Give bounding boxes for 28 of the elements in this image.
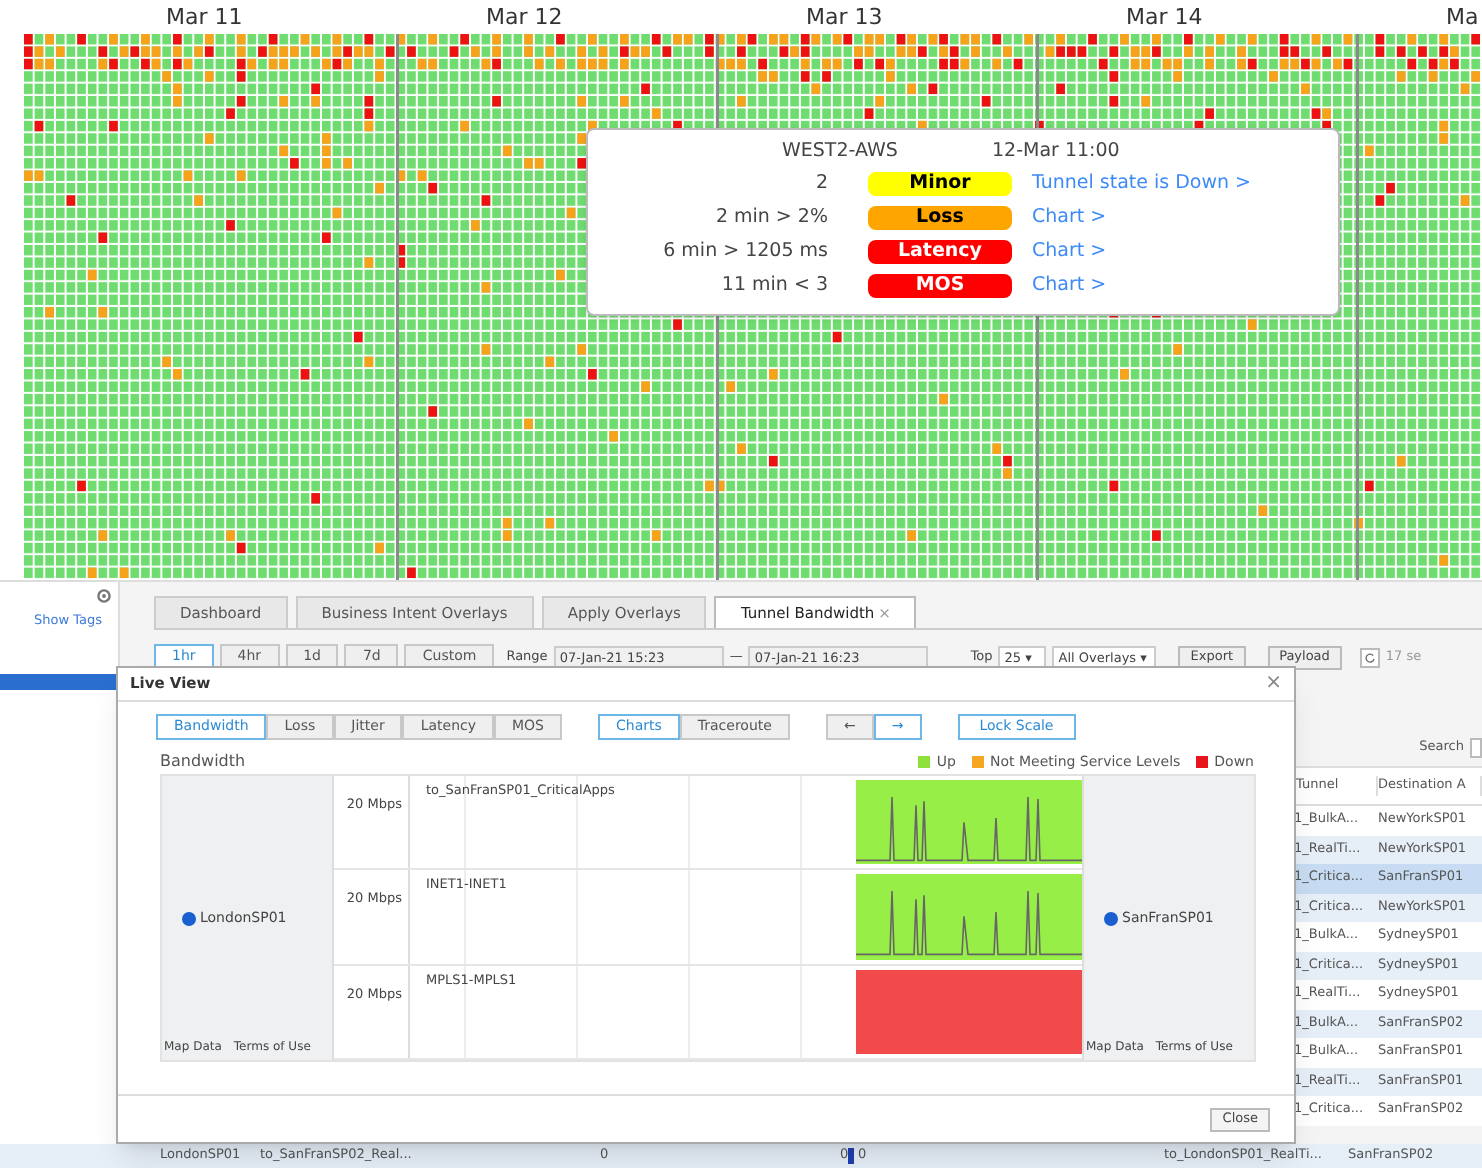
- severity-badge: Latency: [868, 239, 1012, 264]
- chart-link[interactable]: Chart >: [1032, 271, 1107, 300]
- chart-link[interactable]: Chart >: [1032, 203, 1107, 232]
- site-pin-icon: [1104, 911, 1118, 926]
- severity-badge: MOS: [868, 273, 1012, 298]
- close-icon[interactable]: ×: [1265, 674, 1282, 694]
- site-pin-icon: [182, 911, 196, 926]
- threshold-text: 11 min < 3: [719, 271, 828, 300]
- threshold-text: 2 min > 2%: [713, 203, 828, 232]
- date-label: Mar 11: [166, 3, 243, 29]
- severity-badge: Loss: [868, 205, 1012, 230]
- chart-link[interactable]: Tunnel state is Down >: [1032, 169, 1252, 198]
- date-label: Mar 13: [806, 3, 883, 29]
- date-label: Ma: [1446, 3, 1479, 29]
- section-title: Bandwidth: [160, 750, 246, 774]
- usage-bar: [848, 1148, 854, 1164]
- gear-icon[interactable]: [96, 588, 112, 604]
- date-label: Mar 12: [486, 3, 563, 29]
- search-field[interactable]: [1470, 738, 1482, 758]
- date-label: Mar 14: [1126, 3, 1203, 29]
- sidebar-selected-bar: [0, 673, 118, 690]
- severity-badge: Minor: [868, 171, 1012, 196]
- chart-link[interactable]: Chart >: [1032, 237, 1107, 266]
- refresh-icon[interactable]: [1359, 647, 1380, 667]
- site-name: WEST2-AWS: [782, 138, 900, 166]
- threshold-text: 2: [813, 169, 828, 198]
- threshold-text: 6 min > 1205 ms: [661, 237, 828, 266]
- time-label: 12-Mar 11:00: [992, 138, 1120, 166]
